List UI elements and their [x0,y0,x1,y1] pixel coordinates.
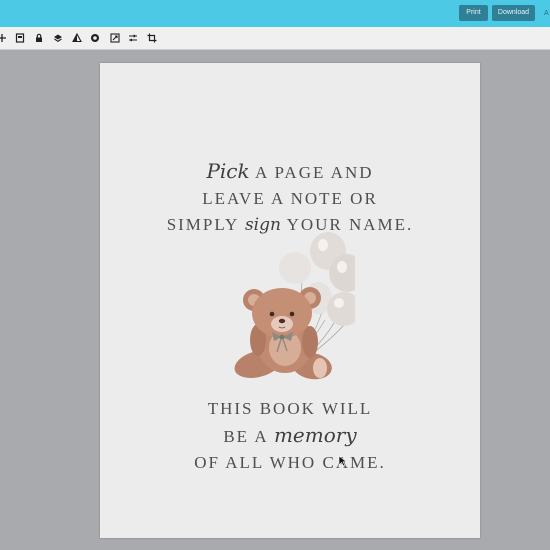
move-icon[interactable] [0,33,7,43]
top-verse: Pick A PAGE AND LEAVE A NOTE OR SIMPLY s… [100,158,480,238]
download-button[interactable]: Download [492,5,535,21]
verse-line-2: LEAVE A NOTE OR [202,189,378,208]
resize-icon[interactable] [110,33,120,43]
image-icon[interactable] [90,33,100,43]
topbar-corner-text: A [544,10,549,17]
layers-icon[interactable] [53,33,63,43]
lock-icon[interactable] [34,33,44,43]
script-word-pick: Pick [206,159,250,183]
verse-line-4: THIS BOOK WILL [207,399,373,418]
editor-toolbar [0,27,550,50]
sliders-icon[interactable] [128,33,138,43]
verse-line-6: OF ALL WHO CAME. [194,453,386,472]
mouse-cursor-icon [338,455,348,467]
verse-line-5: BE A memory [223,423,357,447]
contrast-icon[interactable] [72,33,82,43]
print-button[interactable]: Print [459,5,488,21]
teddy-bear-illustration [234,232,355,380]
top-bar: Print Download A [0,0,550,27]
bottom-verse: THIS BOOK WILL BE A memory OF ALL WHO CA… [100,396,480,476]
verse-line-1: Pick A PAGE AND [206,159,374,183]
page-icon[interactable] [15,33,25,43]
book-page: Pick A PAGE AND LEAVE A NOTE OR SIMPLY s… [100,63,480,538]
script-word-memory: memory [273,423,357,447]
crop-icon[interactable] [147,33,157,43]
